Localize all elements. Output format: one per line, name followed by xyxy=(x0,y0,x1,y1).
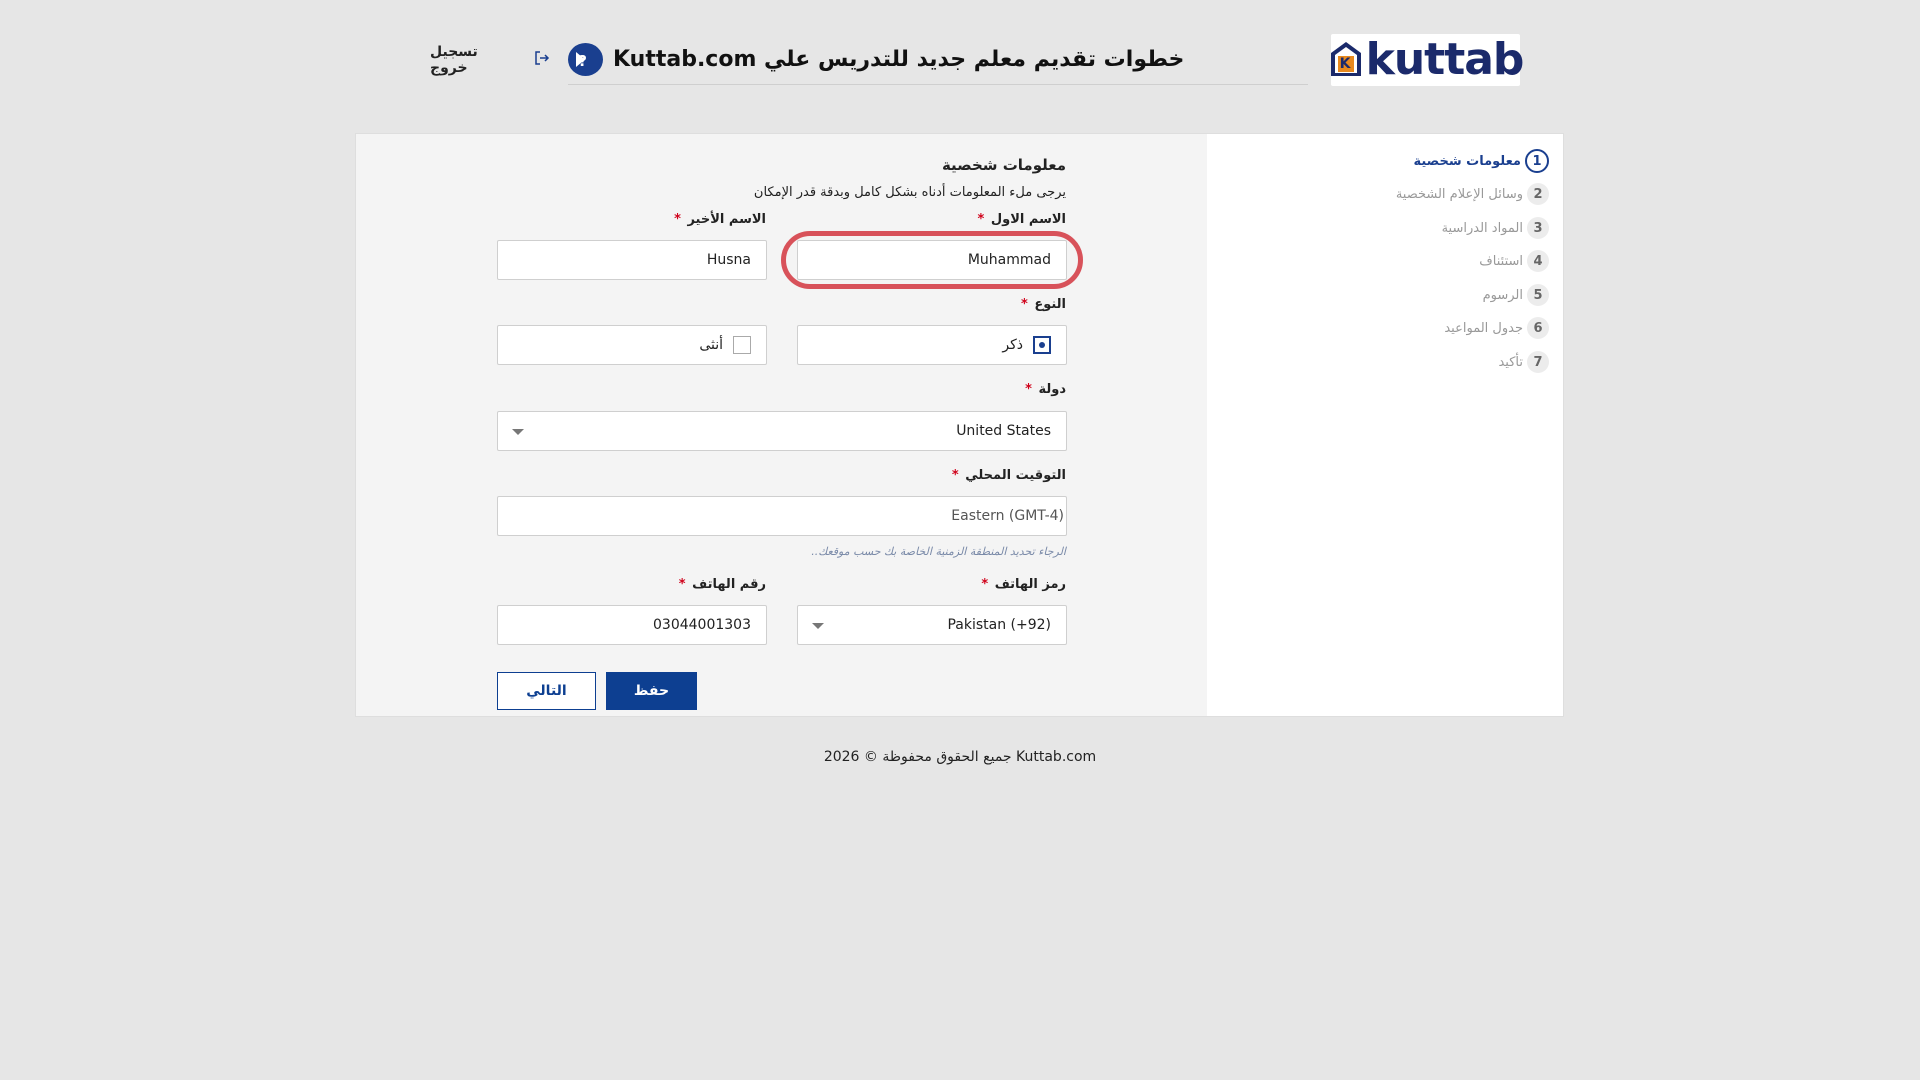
phone-number-label-text: رقم الهاتف xyxy=(692,577,766,592)
required-mark: * xyxy=(981,577,989,592)
logo-badge-letter: K xyxy=(1339,56,1351,72)
step-label: استئناف xyxy=(1479,253,1523,269)
phone-code-value: Pakistan (+92) xyxy=(947,617,1051,633)
logo-badge-icon: K xyxy=(1328,40,1364,80)
phone-code-label: رمز الهاتف * xyxy=(981,577,1066,592)
country-value: United States xyxy=(956,423,1051,439)
country-select[interactable]: United States xyxy=(497,411,1067,451)
step-subjects[interactable]: 3 المواد الدراسية xyxy=(1442,216,1549,240)
step-label: الرسوم xyxy=(1482,287,1523,303)
gender-female-label: أنثى xyxy=(699,337,723,353)
step-number: 4 xyxy=(1527,250,1549,272)
required-mark: * xyxy=(977,212,985,227)
logo-text: kuttab xyxy=(1365,34,1525,85)
step-label: وسائل الإعلام الشخصية xyxy=(1395,186,1523,202)
step-fees[interactable]: 5 الرسوم xyxy=(1483,283,1549,307)
country-label: دولة * xyxy=(1025,382,1066,397)
timezone-label-text: التوقيت المحلي xyxy=(965,468,1066,483)
step-label: المواد الدراسية xyxy=(1441,220,1523,236)
step-schedule[interactable]: 6 جدول المواعيد xyxy=(1444,316,1549,340)
step-label: جدول المواعيد xyxy=(1444,320,1523,336)
gender-female-radio[interactable] xyxy=(733,336,751,354)
gender-label-text: النوع xyxy=(1034,297,1066,312)
country-label-text: دولة xyxy=(1038,382,1066,397)
step-number: 5 xyxy=(1527,284,1549,306)
phone-number-value: 03044001303 xyxy=(653,617,751,633)
gender-male-label: ذكر xyxy=(1002,337,1023,353)
chevron-down-icon xyxy=(812,623,824,629)
last-name-label-text: الاسم الأخير xyxy=(687,212,766,227)
required-mark: * xyxy=(678,577,686,592)
step-number: 3 xyxy=(1527,217,1549,239)
play-help-icon[interactable]: ? xyxy=(568,42,603,76)
step-confirm[interactable]: 7 تأكيد xyxy=(1498,350,1549,374)
phone-number-label: رقم الهاتف * xyxy=(679,577,766,592)
timezone-hint: الرجاء تحديد المنطقة الزمنية الخاصة بك ح… xyxy=(811,545,1066,558)
gender-female-option[interactable]: أنثى xyxy=(497,325,767,365)
step-number: 1 xyxy=(1525,149,1549,173)
phone-number-input[interactable]: 03044001303 xyxy=(497,605,767,645)
gender-male-option[interactable]: ذكر xyxy=(797,325,1067,365)
first-name-value: Muhammad xyxy=(967,252,1051,268)
last-name-label: الاسم الأخير * xyxy=(674,212,766,227)
step-resume[interactable]: 4 استئناف xyxy=(1479,249,1549,273)
header-title-bar: خطوات تقديم معلم جديد للتدريس علي Kuttab… xyxy=(568,34,1308,85)
next-button[interactable]: التالي xyxy=(497,672,596,710)
timezone-value: Eastern (GMT-4) xyxy=(951,508,1064,524)
timezone-label: التوقيت المحلي * xyxy=(952,468,1066,483)
step-label: تأكيد xyxy=(1498,354,1523,370)
step-number: 6 xyxy=(1527,317,1549,339)
phone-code-label-text: رمز الهاتف xyxy=(994,577,1066,592)
first-name-label-text: الاسم الاول xyxy=(990,212,1066,227)
step-personal-info[interactable]: 1 معلومات شخصية xyxy=(1413,149,1549,173)
phone-code-select[interactable]: Pakistan (+92) xyxy=(797,605,1067,645)
section-title: معلومات شخصية xyxy=(941,156,1066,174)
logout-label: تسجيل خروج xyxy=(430,44,478,76)
required-mark: * xyxy=(1025,382,1032,397)
required-mark: * xyxy=(951,468,959,483)
last-name-value: Husna xyxy=(706,252,751,268)
form-subtitle: يرجى ملء المعلومات أدناه بشكل كامل وبدقة… xyxy=(753,185,1066,200)
gender-label: النوع * xyxy=(1021,297,1066,312)
logout-button[interactable]: تسجيل خروج xyxy=(430,44,550,76)
required-mark: * xyxy=(1020,297,1028,312)
first-name-input[interactable]: Muhammad xyxy=(797,240,1067,280)
step-social-media[interactable]: 2 وسائل الإعلام الشخصية xyxy=(1396,182,1549,206)
save-button[interactable]: حفظ xyxy=(606,672,697,710)
gender-male-radio[interactable] xyxy=(1033,336,1051,354)
required-mark: * xyxy=(674,212,681,227)
step-number: 2 xyxy=(1527,183,1549,205)
step-number: 7 xyxy=(1527,351,1549,373)
page-title: خطوات تقديم معلم جديد للتدريس علي Kuttab… xyxy=(613,46,1185,72)
chevron-down-icon xyxy=(512,429,524,435)
svg-text:?: ? xyxy=(578,52,587,70)
timezone-input[interactable]: Eastern (GMT-4) xyxy=(497,496,1067,536)
kuttab-logo[interactable]: K kuttab xyxy=(1328,34,1524,86)
last-name-input[interactable]: Husna xyxy=(497,240,767,280)
step-label: معلومات شخصية xyxy=(1413,153,1521,169)
logout-icon xyxy=(534,50,550,70)
steps-sidebar: 1 معلومات شخصية 2 وسائل الإعلام الشخصية … xyxy=(1207,134,1563,716)
first-name-label: الاسم الاول * xyxy=(978,212,1066,227)
footer-copyright: جميع الحقوق محفوظة © 2026 Kuttab.com xyxy=(823,749,1097,765)
